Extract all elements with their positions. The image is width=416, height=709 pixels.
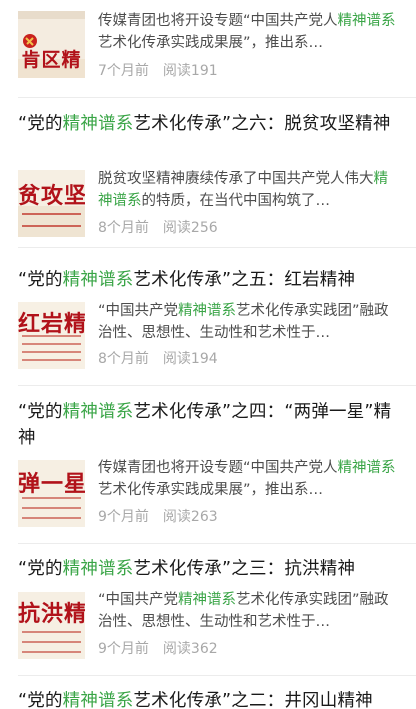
article-summary: “中国共产党精神谱系艺术化传承实践团”融政治性、思想性、生动性和艺术性于… [98,303,389,341]
article-title[interactable]: “党的精神谱系艺术化传承”之二：井冈山精神 [18,688,403,709]
article-meta: 9个月前 阅读263 [98,507,218,527]
article-item[interactable]: “党的精神谱系艺术化传承”之二：井冈山精神 [0,676,416,709]
keyword-highlight: 精神谱系 [178,592,237,608]
article-meta: 9个月前 阅读362 [98,639,218,659]
read-count: 阅读263 [162,509,218,525]
article-summary: 脱贫攻坚精神赓续传承了中国共产党人伟大精神谱系的特质，在当代中国构筑了… [98,171,388,209]
article-meta: 7个月前 阅读191 [98,61,218,81]
keyword-highlight: 精神谱系 [62,559,134,579]
keyword-highlight: 精神谱系 [337,13,396,29]
thumbnail-caption: 弹一星精 [18,471,85,497]
keyword-highlight: 精神谱系 [62,270,134,290]
article-title[interactable]: “党的精神谱系艺术化传承”之五：红岩精神 [18,267,403,293]
article-summary: 传媒青团也将开设专题“中国共产党人精神谱系艺术化传承实践成果展”，推出系… [98,460,396,498]
keyword-highlight: 精神谱系 [62,691,134,709]
article-thumbnail[interactable]: 抗洪精神 [18,592,85,659]
keyword-highlight: 精神谱系 [62,402,134,422]
article-thumbnail[interactable]: 肯区精 [18,11,85,78]
thumbnail-caption: 红岩精神 [18,311,85,337]
publish-time: 7个月前 [98,63,149,79]
thumbnail-caption: 抗洪精神 [18,601,85,627]
read-count: 阅读256 [162,220,218,236]
keyword-highlight: 精神谱系 [62,114,134,134]
keyword-highlight: 精神谱系 [178,303,237,319]
read-count: 阅读191 [162,63,218,79]
article-item[interactable]: “党的精神谱系艺术化传承”之四：“两弹一星”精神 弹一星精 传媒青团也将开设专题… [0,386,416,543]
article-thumbnail[interactable]: 弹一星精 [18,460,85,527]
publish-time: 9个月前 [98,641,149,657]
article-item[interactable]: “党的精神谱系艺术化传承”之三：抗洪精神 抗洪精神 “中国共产党精神谱系艺术化传… [0,544,416,675]
read-count: 阅读194 [162,351,218,367]
article-title[interactable]: “党的精神谱系艺术化传承”之三：抗洪精神 [18,556,403,582]
publish-time: 9个月前 [98,509,149,525]
article-item[interactable]: “党的精神谱系艺术化传承”之六：脱贫攻坚精神 贫攻坚精 脱贫攻坚精神赓续传承了中… [0,98,416,247]
article-item[interactable]: 肯区精 传媒青团也将开设专题“中国共产党人精神谱系艺术化传承实践成果展”，推出系… [0,0,416,98]
article-title[interactable]: “党的精神谱系艺术化传承”之六：脱贫攻坚精神 [18,111,403,137]
article-thumbnail[interactable]: 贫攻坚精 [18,170,85,237]
keyword-highlight: 精神谱系 [337,460,396,476]
publish-time: 8个月前 [98,220,149,236]
article-meta: 8个月前 阅读194 [98,349,218,369]
article-summary: 传媒青团也将开设专题“中国共产党人精神谱系艺术化传承实践成果展”，推出系… [98,13,396,51]
article-thumbnail[interactable]: 红岩精神 [18,302,85,369]
article-title[interactable]: “党的精神谱系艺术化传承”之四：“两弹一星”精神 [18,399,403,451]
read-count: 阅读362 [162,641,218,657]
article-item[interactable]: “党的精神谱系艺术化传承”之五：红岩精神 红岩精神 “中国共产党精神谱系艺术化传… [0,248,416,385]
publish-time: 8个月前 [98,351,149,367]
article-summary: “中国共产党精神谱系艺术化传承实践团”融政治性、思想性、生动性和艺术性于… [98,592,389,630]
thumbnail-caption: 贫攻坚精 [18,183,85,209]
article-meta: 8个月前 阅读256 [98,218,218,238]
thumbnail-caption: 肯区精 [21,49,82,71]
